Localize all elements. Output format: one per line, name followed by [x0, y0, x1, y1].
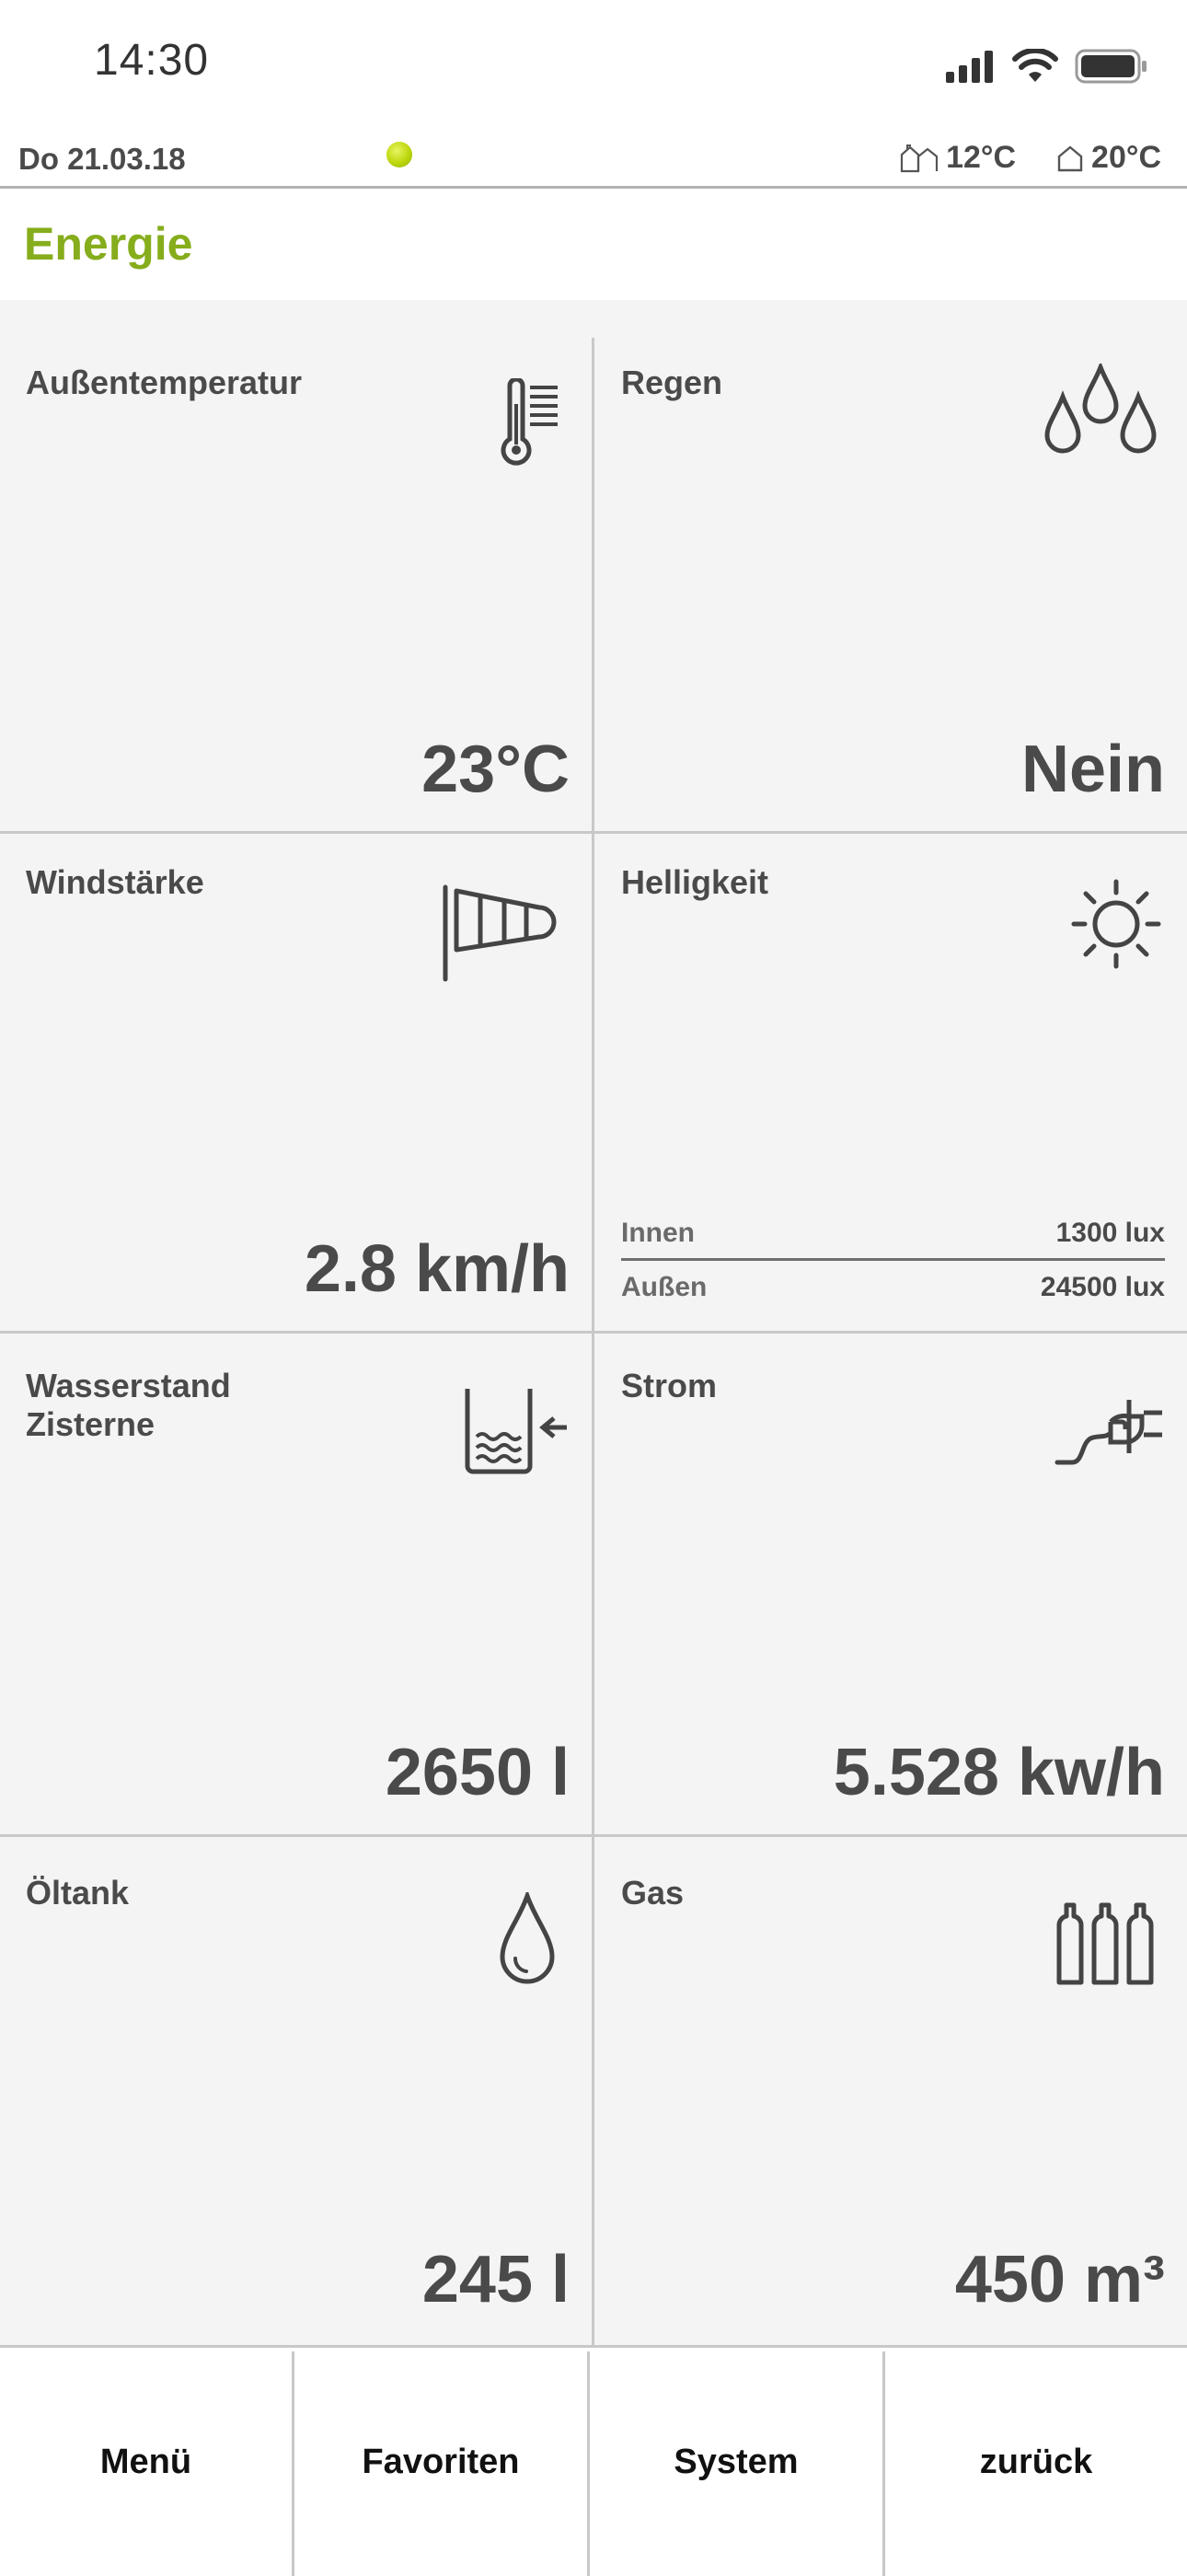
tile-label: Wasserstand Zisterne	[26, 1367, 231, 1443]
indoor-temp-value: 20°C	[1091, 140, 1161, 175]
tile-value: 245 l	[421, 2243, 570, 2316]
nav-back-button[interactable]: zurück	[885, 2348, 1187, 2576]
tile-brightness[interactable]: Helligkeit Innen 1300 lux Außen 24500 lu…	[595, 837, 1187, 1331]
temperature-summary: 12°C 20°C	[898, 140, 1161, 176]
tile-label: Windstärke	[26, 863, 204, 901]
tile-cistern-water-level[interactable]: Wasserstand Zisterne 2650 l	[0, 1341, 592, 1834]
sun-icon	[1071, 879, 1161, 969]
tile-rain[interactable]: Regen Nein	[595, 338, 1187, 831]
water-tank-icon	[465, 1389, 567, 1474]
brightness-row-outdoor: Außen 24500 lux	[621, 1265, 1165, 1311]
brightness-indoor-label: Innen	[621, 1218, 695, 1248]
tile-gas[interactable]: Gas 450 m³	[595, 1848, 1187, 2341]
nav-system-button[interactable]: System	[590, 2348, 882, 2576]
info-bar: Do 21.03.18 12°C 20°C	[0, 125, 1187, 189]
wifi-icon	[1012, 49, 1058, 82]
status-icons	[944, 46, 1148, 87]
grid-divider-row-1	[0, 831, 1187, 834]
gas-bottles-icon	[1056, 1902, 1154, 1985]
tile-value: 2650 l	[385, 1736, 570, 1809]
brightness-outdoor-label: Außen	[621, 1272, 708, 1302]
windsock-icon	[443, 884, 557, 982]
grid-divider-row-3	[0, 1834, 1187, 1837]
raindrops-icon	[1044, 364, 1157, 454]
brightness-readings: Innen 1300 lux Außen 24500 lux	[621, 1210, 1165, 1311]
tile-label: Gas	[621, 1874, 685, 1912]
grid-divider-vertical	[592, 338, 594, 2345]
tile-oil-tank[interactable]: Öltank 245 l	[0, 1848, 592, 2341]
grid-divider-row-2	[0, 1331, 1187, 1334]
tile-value: 5.528 kw/h	[833, 1736, 1165, 1809]
tile-label: Strom	[621, 1367, 718, 1404]
indoor-house-icon	[1057, 144, 1083, 171]
brightness-row-indoor: Innen 1300 lux	[621, 1210, 1165, 1256]
brightness-outdoor-value: 24500 lux	[1040, 1272, 1165, 1302]
outdoor-temp-group: 12°C	[898, 140, 1016, 176]
tile-wind-speed[interactable]: Windstärke 2.8 km/h	[0, 837, 592, 1331]
tile-label: Regen	[621, 364, 723, 401]
ios-status-bar: 14:30	[0, 0, 1187, 125]
cellular-signal-icon	[946, 51, 993, 83]
tile-label: Außentemperatur	[26, 364, 303, 401]
brightness-divider	[621, 1258, 1165, 1261]
tile-value: 23°C	[421, 733, 570, 806]
outdoor-temp-value: 12°C	[946, 140, 1017, 175]
date-label: Do 21.03.18	[18, 142, 186, 176]
tile-label: Öltank	[26, 1874, 130, 1912]
power-plug-icon	[1054, 1400, 1162, 1465]
nav-menu-button[interactable]: Menü	[0, 2348, 292, 2576]
connection-status-dot	[386, 142, 412, 167]
nav-favorites-button[interactable]: Favoriten	[294, 2348, 587, 2576]
oil-drop-icon	[500, 1892, 555, 1984]
tile-value: 450 m³	[954, 2243, 1165, 2316]
battery-icon	[1075, 49, 1147, 84]
status-time: 14:30	[94, 36, 210, 85]
tile-label: Helligkeit	[621, 863, 769, 901]
tile-value: 2.8 km/h	[304, 1232, 570, 1306]
bottom-nav: Menü Favoriten System zurück	[0, 2345, 1187, 2576]
brightness-indoor-value: 1300 lux	[1055, 1218, 1165, 1248]
tile-electricity[interactable]: Strom 5.528 kw/h	[595, 1341, 1187, 1834]
tile-outdoor-temperature[interactable]: Außentemperatur 23°C	[0, 338, 592, 831]
tile-value: Nein	[1020, 733, 1165, 806]
outdoor-house-icon	[900, 144, 939, 172]
thermometer-icon	[501, 378, 558, 466]
page-title: Energie	[24, 218, 193, 270]
indoor-temp-group: 20°C	[1056, 140, 1161, 176]
